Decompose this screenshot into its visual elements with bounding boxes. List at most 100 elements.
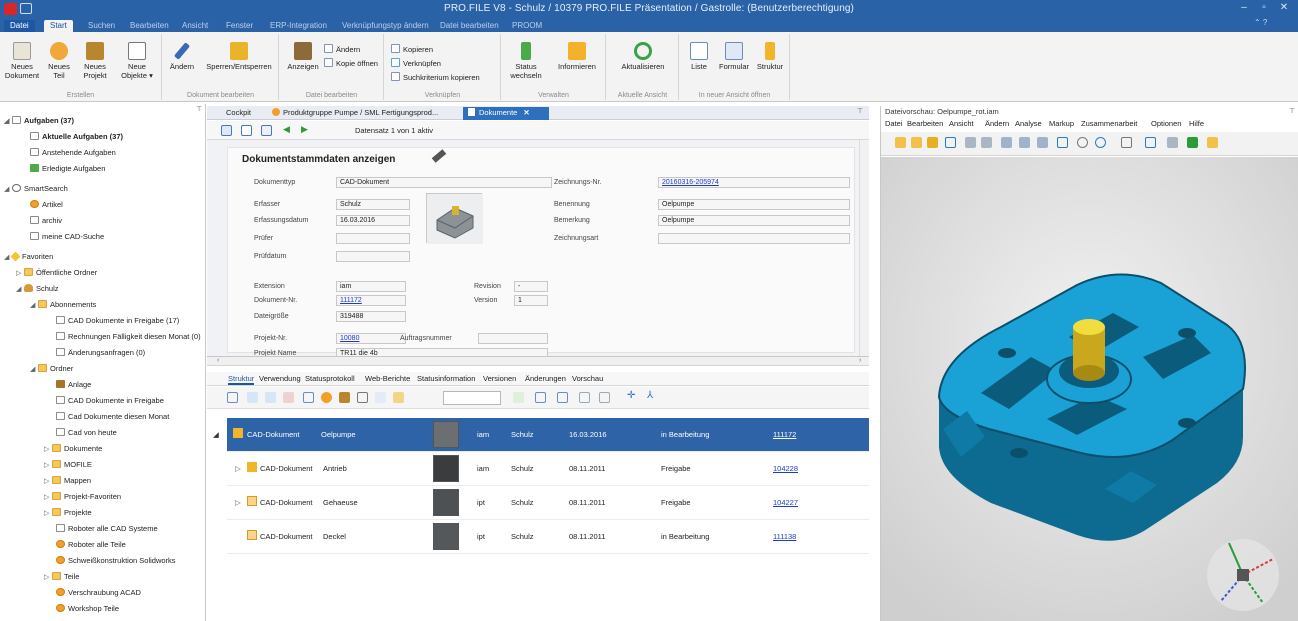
tab-aenderungen[interactable]: Änderungen — [525, 374, 566, 383]
pv-menu-datei[interactable]: Datei — [885, 119, 903, 128]
aktualisieren-button[interactable]: Aktualisieren — [617, 42, 669, 71]
status-wechseln-button[interactable]: Status wechseln — [508, 42, 544, 80]
tree-item[interactable]: Anlage — [56, 380, 91, 390]
filter-icon[interactable] — [375, 392, 386, 403]
pv-menu-hilfe[interactable]: Hilfe — [1189, 119, 1204, 128]
tab-suchen[interactable]: Suchen — [82, 20, 121, 32]
tab-bearbeiten[interactable]: Bearbeiten — [124, 20, 175, 32]
document-icon[interactable] — [303, 392, 314, 403]
kopieren-button[interactable]: Kopieren — [391, 44, 433, 54]
tree-item[interactable]: ▷ Teile — [44, 572, 79, 583]
3d-viewport[interactable] — [881, 157, 1298, 621]
next-record-icon[interactable]: ▶ — [301, 124, 308, 135]
tab-struktur[interactable]: Struktur — [228, 374, 255, 385]
tab-proom[interactable]: PROOM — [506, 20, 548, 32]
cell-nr[interactable]: 104227 — [773, 498, 798, 507]
tree-item[interactable]: CAD Dokumente in Freigabe — [56, 396, 164, 406]
print-icon[interactable] — [261, 125, 272, 136]
table-row[interactable]: ◢ CAD-Dokument Oelpumpe iam Schulz 16.03… — [213, 418, 869, 452]
cell-nr[interactable]: 104228 — [773, 464, 798, 473]
tab-verknuepfungstyp[interactable]: Verknüpfungstyp ändern — [336, 20, 435, 32]
tab-dokumente[interactable]: Dokumente ✕ — [463, 107, 549, 120]
edit-icon[interactable] — [241, 125, 252, 136]
collapse-icon[interactable] — [599, 392, 610, 403]
tree-item[interactable]: ▷ Mappen — [44, 476, 91, 487]
pv-menu-optionen[interactable]: Optionen — [1151, 119, 1181, 128]
tab-produktgruppe[interactable]: Produktgruppe Pumpe / SML Fertigungsprod… — [267, 107, 443, 120]
tree-item[interactable]: ▷ Projekte — [44, 508, 92, 519]
screen-icon[interactable] — [1167, 137, 1178, 148]
scroll-right-icon[interactable]: › — [859, 357, 861, 364]
zoom-icon[interactable] — [1057, 137, 1068, 148]
pin-icon[interactable]: ⊤ — [196, 105, 202, 113]
pv-menu-aendern[interactable]: Ändern — [985, 119, 1009, 128]
benennung-field[interactable]: Oelpumpe — [658, 199, 850, 210]
tree-item[interactable]: Roboter alle CAD Systeme — [56, 524, 158, 534]
close-tab-icon[interactable]: ✕ — [523, 108, 529, 117]
form-scrollbar[interactable] — [859, 140, 869, 356]
restore-icon[interactable]: ▫ — [1256, 2, 1272, 16]
pruefdatum-field[interactable] — [336, 251, 410, 262]
neue-objekte-button[interactable]: Neue Objekte ▾ — [116, 42, 158, 80]
formular-button[interactable]: Formular — [716, 42, 752, 71]
neues-teil-button[interactable]: Neues Teil — [44, 42, 74, 80]
tree-item[interactable]: Änderungsanfragen (0) — [56, 348, 145, 358]
close-icon[interactable]: ✕ — [1276, 2, 1292, 16]
scroll-left-icon[interactable]: ‹ — [217, 357, 219, 364]
objects-icon[interactable] — [357, 392, 368, 403]
pin-icon[interactable]: ⊤ — [857, 107, 863, 115]
unlink-icon[interactable] — [265, 392, 276, 403]
tree-item[interactable]: ▷ Projekt-Favoriten — [44, 492, 121, 503]
kopie-oeffnen-button[interactable]: Kopie öffnen — [324, 58, 378, 68]
delete-link-icon[interactable] — [283, 392, 294, 403]
cell-nr[interactable]: 111138 — [773, 532, 796, 541]
collapse-icon[interactable]: ◢ — [213, 430, 219, 439]
form-hscrollbar[interactable]: ‹ › — [207, 357, 869, 366]
measure-2-icon[interactable] — [927, 137, 938, 148]
tree-item[interactable]: ▷ MOFILE — [44, 460, 92, 471]
tree-item[interactable]: ◢ Abonnements — [30, 300, 96, 311]
tree-up-icon[interactable] — [227, 392, 238, 403]
tab-cockpit[interactable]: Cockpit — [221, 107, 256, 120]
tab-start[interactable]: Start — [44, 20, 73, 32]
print-icon[interactable] — [557, 392, 568, 403]
camera-2-icon[interactable] — [981, 137, 992, 148]
tab-erp-integration[interactable]: ERP-Integration — [264, 20, 333, 32]
pruefer-field[interactable] — [336, 233, 410, 244]
tree-item[interactable]: ◢ SmartSearch — [4, 184, 68, 195]
erfasser-field[interactable]: Schulz — [336, 199, 410, 210]
neues-projekt-button[interactable]: Neues Projekt — [78, 42, 112, 80]
table-row[interactable]: ▷ CAD-Dokument Gehaeuse ipt Schulz 08.11… — [227, 486, 869, 520]
informieren-button[interactable]: Informieren — [552, 42, 602, 71]
expand-icon[interactable] — [579, 392, 590, 403]
zeichnungsnr-field[interactable]: 20160316-205974 — [658, 177, 850, 188]
pencil-icon[interactable] — [513, 392, 524, 403]
tree-item[interactable]: archiv — [30, 216, 62, 226]
suchkriterium-kopieren-button[interactable]: Suchkriterium kopieren — [391, 72, 480, 82]
tab-statusprotokoll[interactable]: Statusprotokoll — [305, 374, 355, 383]
pv-menu-zusammenarbeit[interactable]: Zusammenarbeit — [1081, 119, 1137, 128]
tab-web-berichte[interactable]: Web-Berichte — [365, 374, 410, 383]
revision-field[interactable]: - — [514, 281, 548, 292]
tree-item[interactable]: Workshop Teile — [56, 604, 119, 614]
prev-record-icon[interactable]: ◀ — [283, 124, 290, 135]
layout-2-icon[interactable] — [1019, 137, 1030, 148]
link-icon[interactable] — [247, 392, 258, 403]
paint-icon[interactable] — [1207, 137, 1218, 148]
structure-search-input[interactable] — [443, 391, 501, 405]
tab-vorschau[interactable]: Vorschau — [572, 374, 603, 383]
gear-icon[interactable] — [321, 392, 332, 403]
erfassungsdatum-field[interactable]: 16.03.2016 — [336, 215, 410, 226]
projektnr-field[interactable]: 10080 — [336, 333, 406, 344]
tree-item[interactable]: Anstehende Aufgaben — [30, 148, 116, 158]
ribbon-collapse-icon[interactable]: ⌃ ? — [1254, 18, 1294, 27]
project-icon[interactable] — [339, 392, 350, 403]
table-row[interactable]: CAD-Dokument Deckel ipt Schulz 08.11.201… — [227, 520, 869, 554]
liste-button[interactable]: Liste — [686, 42, 712, 71]
pv-menu-bearbeiten[interactable]: Bearbeiten — [907, 119, 943, 128]
tree-item[interactable]: Verschraubung ACAD — [56, 588, 141, 598]
extension-field[interactable]: iam — [336, 281, 406, 292]
expand-icon[interactable]: ▷ — [235, 498, 241, 507]
tree-item[interactable]: CAD Dokumente in Freigabe (17) — [56, 316, 179, 326]
tree-item[interactable]: Aktuelle Aufgaben (37) — [30, 132, 123, 142]
